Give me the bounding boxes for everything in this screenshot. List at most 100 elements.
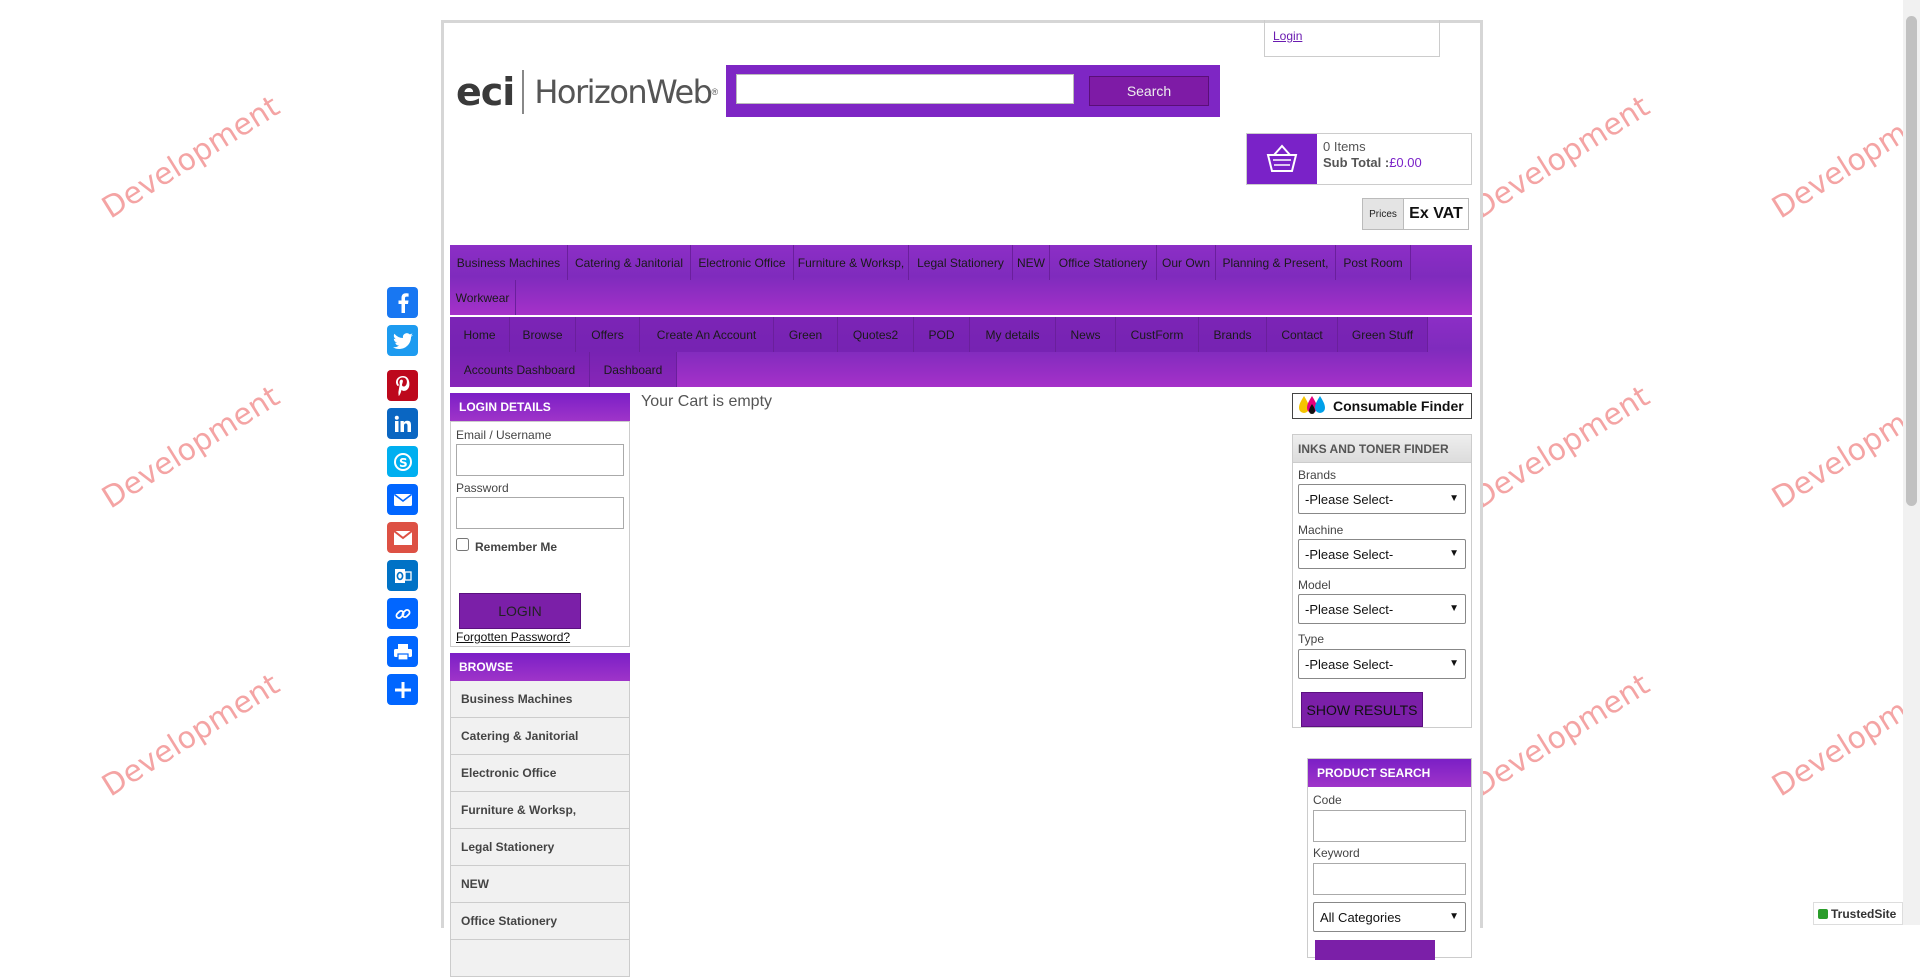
watermark: Development (96, 667, 286, 804)
nav-create-account[interactable]: Create An Account (640, 317, 774, 352)
nav-our-own[interactable]: Our Own (1157, 245, 1216, 280)
skype-share-icon[interactable]: S (387, 446, 418, 477)
chevron-down-icon: ▼ (1449, 911, 1459, 922)
nav-brands[interactable]: Brands (1199, 317, 1267, 352)
ex-vat-label[interactable]: Ex VAT (1404, 199, 1468, 229)
nav-legal-stationery[interactable]: Legal Stationery (909, 245, 1013, 280)
login-details-heading: LOGIN DETAILS (450, 393, 630, 421)
login-link[interactable]: Login (1273, 29, 1302, 43)
print-share-icon[interactable] (387, 636, 418, 667)
page-scrollbar[interactable] (1903, 0, 1920, 925)
cart-subtotal: Sub Total :£0.00 (1323, 155, 1422, 170)
vat-toggle[interactable]: Prices Ex VAT (1362, 198, 1469, 230)
model-select[interactable]: -Please Select- ▼ (1298, 594, 1466, 624)
product-search-heading: PRODUCT SEARCH (1308, 759, 1471, 787)
nav-workwear[interactable]: Workwear (450, 280, 516, 315)
nav-contact[interactable]: Contact (1267, 317, 1338, 352)
browse-item-business-machines[interactable]: Business Machines (450, 681, 630, 718)
prices-label[interactable]: Prices (1363, 199, 1404, 229)
product-search-button[interactable] (1315, 940, 1435, 960)
eci-horizonweb-logo[interactable]: eci HorizonWeb ® (456, 67, 718, 117)
nav-green-stuff[interactable]: Green Stuff (1338, 317, 1428, 352)
nav-furniture-worksp[interactable]: Furniture & Worksp, (794, 245, 909, 280)
nav-office-stationery[interactable]: Office Stationery (1050, 245, 1157, 280)
login-box: Login (1264, 20, 1440, 57)
nav-accounts-dashboard[interactable]: Accounts Dashboard (450, 352, 590, 387)
email-field[interactable] (456, 444, 624, 476)
type-select[interactable]: -Please Select- ▼ (1298, 649, 1466, 679)
linkedin-share-icon[interactable] (387, 408, 418, 439)
facebook-share-icon[interactable] (387, 287, 418, 318)
search-input[interactable] (736, 74, 1074, 104)
browse-item-catering-janitorial[interactable]: Catering & Janitorial (450, 718, 630, 755)
nav-pod[interactable]: POD (914, 317, 970, 352)
watermark: Development (1466, 379, 1656, 516)
cart-item-count: 0 Items (1323, 139, 1366, 154)
chevron-down-icon: ▼ (1449, 658, 1459, 669)
trustedsite-badge[interactable]: TrustedSite (1813, 902, 1903, 925)
chevron-down-icon: ▼ (1449, 548, 1459, 559)
cart-subtotal-value: £0.00 (1389, 155, 1422, 170)
category-select[interactable]: All Categories ▼ (1313, 902, 1466, 932)
browse-item-new[interactable]: NEW (450, 866, 630, 903)
email-label: Email / Username (456, 428, 552, 442)
watermark: Development (96, 379, 286, 516)
nav-catering-janitorial[interactable]: Catering & Janitorial (568, 245, 691, 280)
logo-product-text: HorizonWeb (534, 73, 713, 111)
twitter-share-icon[interactable] (387, 325, 418, 356)
show-results-button[interactable]: SHOW RESULTS (1301, 692, 1423, 727)
search-bar: Search (726, 65, 1220, 117)
watermark: Development (1766, 667, 1920, 804)
nav-business-machines[interactable]: Business Machines (450, 245, 568, 280)
copy-link-share-icon[interactable] (387, 598, 418, 629)
cart-subtotal-label: Sub Total : (1323, 155, 1390, 170)
nav-home[interactable]: Home (450, 317, 510, 352)
password-field[interactable] (456, 497, 624, 529)
nav-my-details[interactable]: My details (970, 317, 1056, 352)
nav-news[interactable]: News (1056, 317, 1116, 352)
chevron-down-icon: ▼ (1449, 493, 1459, 504)
remember-me-label[interactable]: Remember Me (475, 540, 557, 554)
cart-empty-message: Your Cart is empty (641, 393, 773, 410)
nav-post-room[interactable]: Post Room (1336, 245, 1411, 280)
gmail-share-icon[interactable] (387, 522, 418, 553)
nav-quotes2[interactable]: Quotes2 (838, 317, 914, 352)
browse-item-electronic-office[interactable]: Electronic Office (450, 755, 630, 792)
email-share-icon[interactable] (387, 484, 418, 515)
outlook-share-icon[interactable] (387, 560, 418, 591)
browse-item-more[interactable] (450, 940, 630, 977)
share-more-icon[interactable] (387, 674, 418, 705)
nav-browse[interactable]: Browse (510, 317, 576, 352)
login-button[interactable]: LOGIN (459, 593, 581, 629)
nav-offers[interactable]: Offers (576, 317, 640, 352)
browse-item-furniture-worksp[interactable]: Furniture & Worksp, (450, 792, 630, 829)
watermark: Development (96, 89, 286, 226)
model-label: Model (1298, 578, 1331, 592)
brands-select[interactable]: -Please Select- ▼ (1298, 484, 1466, 514)
nav-electronic-office[interactable]: Electronic Office (691, 245, 794, 280)
search-button[interactable]: Search (1089, 76, 1209, 106)
machine-select[interactable]: -Please Select- ▼ (1298, 539, 1466, 569)
finder-heading: INKS AND TONER FINDER (1293, 435, 1471, 463)
nav-green[interactable]: Green (774, 317, 838, 352)
nav-planning-present[interactable]: Planning & Present, (1216, 245, 1336, 280)
consumable-finder-banner[interactable]: Consumable Finder (1292, 393, 1472, 419)
code-input[interactable] (1313, 810, 1466, 842)
machine-label: Machine (1298, 523, 1344, 537)
scrollbar-thumb[interactable] (1906, 16, 1917, 506)
mini-cart[interactable]: 0 Items Sub Total :£0.00 (1246, 133, 1472, 185)
pinterest-share-icon[interactable] (387, 370, 418, 401)
nav-new[interactable]: NEW (1013, 245, 1050, 280)
keyword-input[interactable] (1313, 863, 1466, 895)
brands-select-value: -Please Select- (1305, 491, 1394, 507)
nav-dashboard[interactable]: Dashboard (590, 352, 677, 387)
nav-custform[interactable]: CustForm (1116, 317, 1199, 352)
brands-label: Brands (1298, 468, 1337, 482)
browse-item-legal-stationery[interactable]: Legal Stationery (450, 829, 630, 866)
browse-item-office-stationery[interactable]: Office Stationery (450, 903, 630, 940)
basket-icon[interactable] (1247, 134, 1317, 184)
forgotten-password-link[interactable]: Forgotten Password? (456, 630, 570, 644)
watermark: Development (1466, 667, 1656, 804)
password-label: Password (456, 481, 509, 495)
remember-me-checkbox[interactable] (456, 538, 469, 551)
